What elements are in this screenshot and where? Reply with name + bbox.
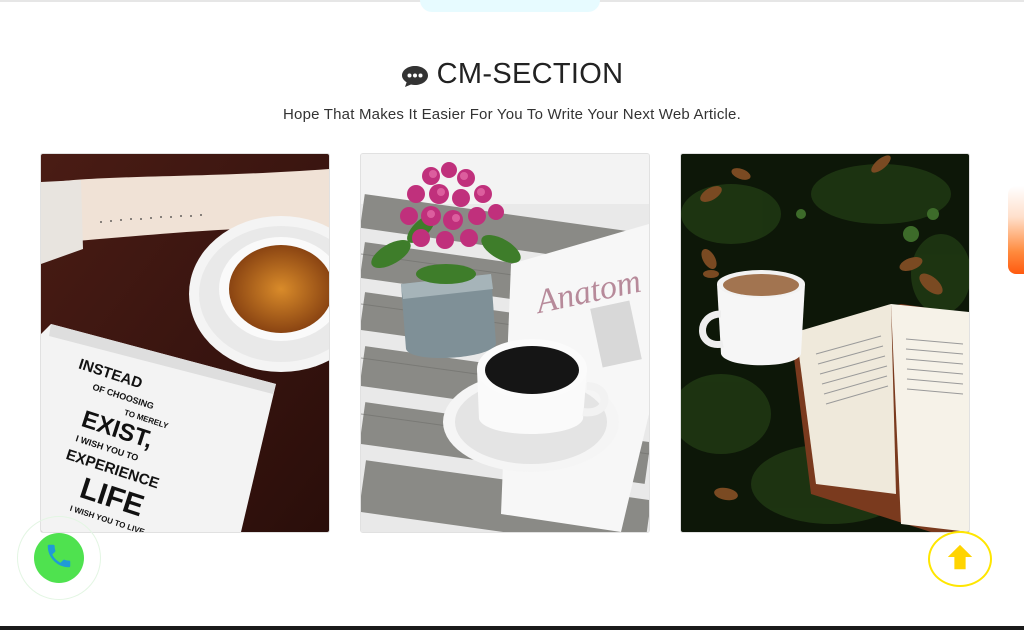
coffee-and-book-on-grass-photo (681, 154, 969, 532)
phone-icon (44, 541, 74, 576)
section-title: CM-SECTION (401, 58, 624, 91)
coffee-cup-and-notebook-photo: INSTEAD OF CHOOSING TO MERELY EXIST, I W… (41, 154, 329, 532)
gallery-card-1[interactable]: INSTEAD OF CHOOSING TO MERELY EXIST, I W… (40, 153, 330, 533)
flowers-and-coffee-on-crate-photo: Anatom (361, 154, 649, 532)
chat-bubble-icon (401, 63, 429, 87)
gallery-card-3[interactable] (680, 153, 970, 533)
scroll-progress-indicator[interactable] (1008, 186, 1024, 274)
section-header: CM-SECTION (0, 58, 1024, 93)
section-subtitle: Hope That Makes It Easier For You To Wri… (283, 106, 741, 123)
scroll-to-top-button[interactable] (928, 531, 992, 587)
arrow-up-icon (945, 542, 975, 577)
top-decoration (420, 0, 600, 12)
gallery-card-2[interactable]: Anatom (360, 153, 650, 533)
bottom-border (0, 626, 1024, 630)
section-title-text: CM-SECTION (436, 58, 624, 90)
call-button[interactable] (34, 533, 84, 583)
